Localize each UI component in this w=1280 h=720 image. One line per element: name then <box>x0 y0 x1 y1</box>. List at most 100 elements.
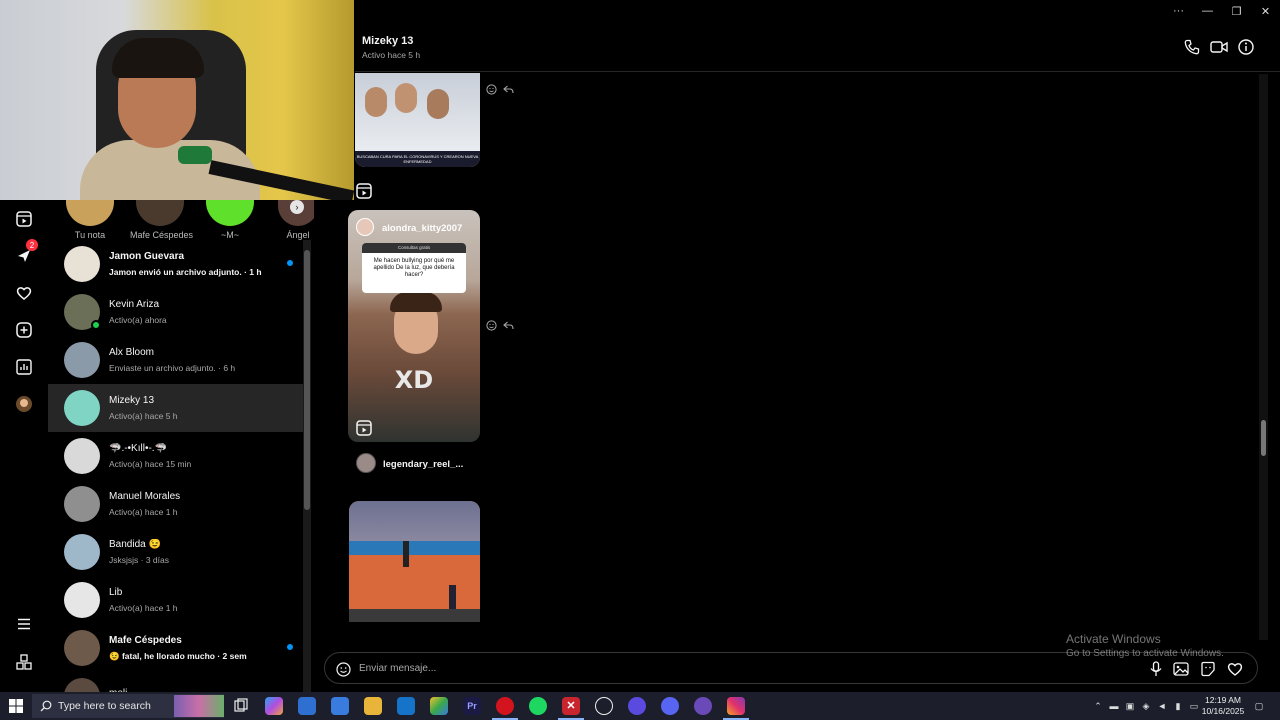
message-input[interactable] <box>359 660 859 676</box>
opera-gx-app-icon[interactable] <box>492 697 518 720</box>
message-actions <box>486 320 514 331</box>
volume-icon[interactable]: ◄ <box>1156 700 1168 712</box>
sticker-icon[interactable] <box>1200 661 1216 677</box>
conversation-name: Mafe Céspedes <box>109 634 182 646</box>
reel-user-avatar[interactable] <box>356 453 376 473</box>
note-item[interactable]: Mafe Céspedes <box>130 200 193 240</box>
outlook-app-icon[interactable] <box>397 697 415 715</box>
conversation-item[interactable]: Bandida 😉 Jsksjsjs · 3 días <box>48 528 303 576</box>
reply-icon[interactable] <box>503 320 514 331</box>
xmind-app-icon[interactable]: ✕ <box>558 697 584 720</box>
close-button[interactable]: ✕ <box>1251 0 1280 22</box>
app-icon[interactable] <box>430 697 448 715</box>
activate-windows-watermark: Activate Windows Go to Settings to activ… <box>1066 632 1224 659</box>
react-icon[interactable] <box>486 320 497 331</box>
tray-app-icon[interactable]: ▣ <box>1124 700 1136 712</box>
video-call-icon[interactable] <box>1210 38 1228 56</box>
question-text: Me hacen bullying por qué me apellido De… <box>373 258 455 278</box>
chat-scrollbar[interactable] <box>1259 74 1268 640</box>
reel-username[interactable]: alondra_kitty2007 <box>382 223 462 234</box>
tray-app-icon[interactable]: ▬ <box>1108 700 1120 712</box>
conversation-snippet: Activo(a) hace 5 h <box>109 411 178 421</box>
more-icon[interactable]: ··· <box>1164 0 1193 22</box>
store-app-icon[interactable] <box>331 697 349 715</box>
reply-icon[interactable] <box>503 84 514 95</box>
app-icon[interactable] <box>694 697 712 715</box>
conversation-name: 🦈.-•Kıll•-.🦈 <box>109 443 168 454</box>
premiere-app-icon[interactable]: Pr <box>463 697 481 715</box>
reel-player <box>403 541 409 567</box>
heart-icon[interactable] <box>12 281 36 305</box>
conversation-snippet: Jamon envió un archivo adjunto. · 1 h <box>109 267 262 277</box>
emoji-icon[interactable] <box>335 661 351 677</box>
profile-avatar[interactable] <box>12 392 36 416</box>
messenger-icon[interactable]: 2 <box>12 239 38 268</box>
window-controls: ··· — ❐ ✕ <box>1164 0 1280 22</box>
image-icon[interactable] <box>1173 661 1189 677</box>
phone-icon[interactable] <box>1183 38 1201 56</box>
webcam-person-hair <box>112 38 204 78</box>
watermark-title: Activate Windows <box>1066 632 1161 646</box>
note-item[interactable]: ~M~ <box>200 200 260 240</box>
avatar <box>64 678 100 692</box>
conversation-name: Kevin Ariza <box>109 299 160 310</box>
conversation-item[interactable]: Jamon Guevara Jamon envió un archivo adju… <box>48 240 303 288</box>
react-icon[interactable] <box>486 84 497 95</box>
clock-time: 12:19 AM <box>1205 695 1241 705</box>
avatar <box>64 294 101 330</box>
conversation-item[interactable]: Manuel Morales Activo(a) hace 1 h <box>48 480 303 528</box>
note-item[interactable]: Tu nota <box>60 200 120 240</box>
conversation-item[interactable]: Mizeky 13 Activo(a) hace 5 h <box>48 384 303 432</box>
conversation-name: Lib <box>109 587 123 598</box>
microphone-icon[interactable] <box>1148 661 1164 677</box>
conversation-item[interactable]: Lib Activo(a) hace 1 h <box>48 576 303 624</box>
conversation-snippet: Activo(a) hace 1 h <box>109 603 178 613</box>
watermark-subtitle: Go to Settings to activate Windows. <box>1066 648 1224 659</box>
discord-app-icon[interactable] <box>661 697 679 715</box>
conversation-item[interactable]: Mafe Céspedes 😉 fatal, he llorado mucho ·… <box>48 624 303 672</box>
shared-reel-thumbnail[interactable] <box>349 501 480 622</box>
shared-reel-card[interactable]: alondra_kitty2007 Consultas gratis Me ha… <box>348 210 480 442</box>
tray-app-icon[interactable]: ◈ <box>1140 700 1152 712</box>
heart-icon[interactable] <box>1227 661 1243 677</box>
note-label: Ángel <box>286 230 310 240</box>
chevron-up-icon[interactable]: ⌃ <box>1092 700 1104 712</box>
conversations-panel: Tu nota Mafe Céspedes ~M~ Ángel › Jamon … <box>48 200 314 692</box>
conversation-list: Jamon Guevara Jamon envió un archivo adju… <box>48 240 303 692</box>
app-icon[interactable] <box>628 697 646 715</box>
more-apps-icon[interactable] <box>12 650 36 674</box>
conversation-snippet: Enviaste un archivo adjunto. · 6 h <box>109 363 236 373</box>
menu-icon[interactable] <box>12 612 36 636</box>
reels-icon[interactable] <box>12 207 36 231</box>
scrollbar-thumb[interactable] <box>304 250 310 510</box>
taskbar-clock[interactable]: 12:19 AM 10/16/2025 <box>1198 695 1248 717</box>
dashboard-icon[interactable] <box>12 355 36 379</box>
task-view-icon[interactable] <box>232 697 250 715</box>
file-explorer-icon[interactable] <box>364 697 382 715</box>
windows-start-icon[interactable] <box>8 698 24 714</box>
conversation-snippet: Activo(a) hace 1 h <box>109 507 178 517</box>
conversation-list-scrollbar[interactable] <box>303 240 311 692</box>
microphone-tray-icon[interactable]: ▮ <box>1172 700 1184 712</box>
taskbar-search-box[interactable]: Type here to search <box>32 694 224 718</box>
app-icon[interactable] <box>595 697 613 715</box>
copilot-app-icon[interactable] <box>265 697 283 715</box>
info-icon[interactable] <box>1237 38 1255 56</box>
create-icon[interactable] <box>12 318 36 342</box>
reel-username[interactable]: legendary_reel_... <box>383 459 463 470</box>
conversation-item[interactable]: meli <box>48 672 303 692</box>
conversation-item[interactable]: Alx Bloom Enviaste un archivo adjunto. · … <box>48 336 303 384</box>
conversation-item[interactable]: Kevin Ariza Activo(a) ahora <box>48 288 303 336</box>
calendar-app-icon[interactable] <box>298 697 316 715</box>
conversation-item[interactable]: 🦈.-•Kıll•-.🦈 Activo(a) hace 15 min <box>48 432 303 480</box>
spotify-app-icon[interactable] <box>529 697 547 715</box>
restore-button[interactable]: ❐ <box>1222 0 1251 22</box>
shared-reel-thumbnail[interactable]: BUSCABAN CURA PARA EL CORONAVIRUS Y CREA… <box>355 73 480 167</box>
notifications-icon[interactable]: ▢ <box>1253 700 1265 712</box>
chat-title[interactable]: Mizeky 13 <box>362 35 413 47</box>
chevron-right-icon[interactable]: › <box>290 200 304 214</box>
minimize-button[interactable]: — <box>1193 0 1222 22</box>
conversation-name: Jamon Guevara <box>109 251 185 262</box>
instagram-app-icon[interactable] <box>723 697 749 720</box>
scrollbar-thumb[interactable] <box>1261 420 1266 456</box>
